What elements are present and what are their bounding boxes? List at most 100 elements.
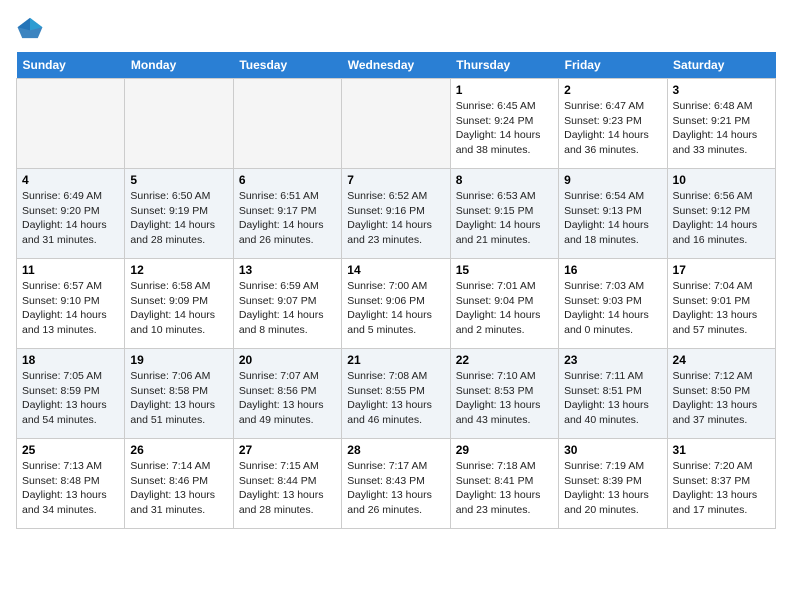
day-number: 6 [239,173,336,187]
calendar-cell [125,79,233,169]
day-number: 17 [673,263,770,277]
calendar-cell: 6 Sunrise: 6:51 AMSunset: 9:17 PMDayligh… [233,169,341,259]
calendar-cell: 14 Sunrise: 7:00 AMSunset: 9:06 PMDaylig… [342,259,450,349]
calendar-cell: 31 Sunrise: 7:20 AMSunset: 8:37 PMDaylig… [667,439,775,529]
calendar-cell: 28 Sunrise: 7:17 AMSunset: 8:43 PMDaylig… [342,439,450,529]
calendar-cell: 26 Sunrise: 7:14 AMSunset: 8:46 PMDaylig… [125,439,233,529]
day-info: Sunrise: 7:06 AMSunset: 8:58 PMDaylight:… [130,370,215,426]
day-number: 4 [22,173,119,187]
day-info: Sunrise: 7:05 AMSunset: 8:59 PMDaylight:… [22,370,107,426]
day-info: Sunrise: 7:17 AMSunset: 8:43 PMDaylight:… [347,460,432,516]
day-info: Sunrise: 7:14 AMSunset: 8:46 PMDaylight:… [130,460,215,516]
day-info: Sunrise: 6:54 AMSunset: 9:13 PMDaylight:… [564,190,649,246]
day-info: Sunrise: 6:48 AMSunset: 9:21 PMDaylight:… [673,100,758,156]
calendar-cell: 25 Sunrise: 7:13 AMSunset: 8:48 PMDaylig… [17,439,125,529]
day-info: Sunrise: 7:19 AMSunset: 8:39 PMDaylight:… [564,460,649,516]
day-info: Sunrise: 7:12 AMSunset: 8:50 PMDaylight:… [673,370,758,426]
day-info: Sunrise: 6:51 AMSunset: 9:17 PMDaylight:… [239,190,324,246]
calendar-cell: 13 Sunrise: 6:59 AMSunset: 9:07 PMDaylig… [233,259,341,349]
day-number: 31 [673,443,770,457]
day-info: Sunrise: 6:58 AMSunset: 9:09 PMDaylight:… [130,280,215,336]
day-number: 23 [564,353,661,367]
calendar-cell: 27 Sunrise: 7:15 AMSunset: 8:44 PMDaylig… [233,439,341,529]
day-info: Sunrise: 6:49 AMSunset: 9:20 PMDaylight:… [22,190,107,246]
calendar-cell: 4 Sunrise: 6:49 AMSunset: 9:20 PMDayligh… [17,169,125,259]
day-header-thursday: Thursday [450,52,558,79]
day-info: Sunrise: 7:01 AMSunset: 9:04 PMDaylight:… [456,280,541,336]
calendar-week-4: 18 Sunrise: 7:05 AMSunset: 8:59 PMDaylig… [17,349,776,439]
day-number: 16 [564,263,661,277]
day-header-saturday: Saturday [667,52,775,79]
calendar-cell: 10 Sunrise: 6:56 AMSunset: 9:12 PMDaylig… [667,169,775,259]
day-info: Sunrise: 7:11 AMSunset: 8:51 PMDaylight:… [564,370,649,426]
day-number: 3 [673,83,770,97]
generalblue-logo-icon [16,16,44,40]
day-info: Sunrise: 7:20 AMSunset: 8:37 PMDaylight:… [673,460,758,516]
calendar-cell: 15 Sunrise: 7:01 AMSunset: 9:04 PMDaylig… [450,259,558,349]
calendar-cell: 22 Sunrise: 7:10 AMSunset: 8:53 PMDaylig… [450,349,558,439]
day-info: Sunrise: 6:45 AMSunset: 9:24 PMDaylight:… [456,100,541,156]
day-info: Sunrise: 6:59 AMSunset: 9:07 PMDaylight:… [239,280,324,336]
day-number: 18 [22,353,119,367]
day-info: Sunrise: 7:15 AMSunset: 8:44 PMDaylight:… [239,460,324,516]
day-number: 1 [456,83,553,97]
calendar-cell [17,79,125,169]
day-info: Sunrise: 6:53 AMSunset: 9:15 PMDaylight:… [456,190,541,246]
day-info: Sunrise: 7:03 AMSunset: 9:03 PMDaylight:… [564,280,649,336]
day-number: 2 [564,83,661,97]
calendar-cell: 19 Sunrise: 7:06 AMSunset: 8:58 PMDaylig… [125,349,233,439]
header [16,16,776,40]
day-number: 13 [239,263,336,277]
day-number: 7 [347,173,444,187]
calendar-cell: 24 Sunrise: 7:12 AMSunset: 8:50 PMDaylig… [667,349,775,439]
day-number: 19 [130,353,227,367]
calendar-week-3: 11 Sunrise: 6:57 AMSunset: 9:10 PMDaylig… [17,259,776,349]
day-header-sunday: Sunday [17,52,125,79]
calendar-cell: 7 Sunrise: 6:52 AMSunset: 9:16 PMDayligh… [342,169,450,259]
day-number: 14 [347,263,444,277]
day-number: 27 [239,443,336,457]
day-info: Sunrise: 6:47 AMSunset: 9:23 PMDaylight:… [564,100,649,156]
calendar-cell: 20 Sunrise: 7:07 AMSunset: 8:56 PMDaylig… [233,349,341,439]
calendar-cell: 23 Sunrise: 7:11 AMSunset: 8:51 PMDaylig… [559,349,667,439]
day-info: Sunrise: 6:50 AMSunset: 9:19 PMDaylight:… [130,190,215,246]
day-number: 11 [22,263,119,277]
calendar-cell [233,79,341,169]
calendar-cell: 1 Sunrise: 6:45 AMSunset: 9:24 PMDayligh… [450,79,558,169]
day-number: 9 [564,173,661,187]
calendar-cell: 18 Sunrise: 7:05 AMSunset: 8:59 PMDaylig… [17,349,125,439]
day-header-tuesday: Tuesday [233,52,341,79]
day-info: Sunrise: 7:07 AMSunset: 8:56 PMDaylight:… [239,370,324,426]
day-number: 29 [456,443,553,457]
day-number: 24 [673,353,770,367]
day-info: Sunrise: 7:04 AMSunset: 9:01 PMDaylight:… [673,280,758,336]
day-info: Sunrise: 7:10 AMSunset: 8:53 PMDaylight:… [456,370,541,426]
day-info: Sunrise: 7:00 AMSunset: 9:06 PMDaylight:… [347,280,432,336]
day-info: Sunrise: 6:56 AMSunset: 9:12 PMDaylight:… [673,190,758,246]
calendar-week-5: 25 Sunrise: 7:13 AMSunset: 8:48 PMDaylig… [17,439,776,529]
day-number: 15 [456,263,553,277]
day-info: Sunrise: 7:08 AMSunset: 8:55 PMDaylight:… [347,370,432,426]
calendar-cell [342,79,450,169]
calendar-week-2: 4 Sunrise: 6:49 AMSunset: 9:20 PMDayligh… [17,169,776,259]
calendar-cell: 21 Sunrise: 7:08 AMSunset: 8:55 PMDaylig… [342,349,450,439]
calendar-cell: 3 Sunrise: 6:48 AMSunset: 9:21 PMDayligh… [667,79,775,169]
calendar-cell: 9 Sunrise: 6:54 AMSunset: 9:13 PMDayligh… [559,169,667,259]
calendar-cell: 29 Sunrise: 7:18 AMSunset: 8:41 PMDaylig… [450,439,558,529]
day-number: 22 [456,353,553,367]
calendar-cell: 17 Sunrise: 7:04 AMSunset: 9:01 PMDaylig… [667,259,775,349]
calendar-cell: 30 Sunrise: 7:19 AMSunset: 8:39 PMDaylig… [559,439,667,529]
day-header-friday: Friday [559,52,667,79]
calendar-cell: 8 Sunrise: 6:53 AMSunset: 9:15 PMDayligh… [450,169,558,259]
days-header-row: SundayMondayTuesdayWednesdayThursdayFrid… [17,52,776,79]
day-number: 28 [347,443,444,457]
day-number: 26 [130,443,227,457]
calendar-table: SundayMondayTuesdayWednesdayThursdayFrid… [16,52,776,529]
calendar-cell: 11 Sunrise: 6:57 AMSunset: 9:10 PMDaylig… [17,259,125,349]
day-number: 30 [564,443,661,457]
logo [16,16,48,40]
day-info: Sunrise: 6:57 AMSunset: 9:10 PMDaylight:… [22,280,107,336]
day-number: 20 [239,353,336,367]
day-info: Sunrise: 7:13 AMSunset: 8:48 PMDaylight:… [22,460,107,516]
calendar-cell: 12 Sunrise: 6:58 AMSunset: 9:09 PMDaylig… [125,259,233,349]
